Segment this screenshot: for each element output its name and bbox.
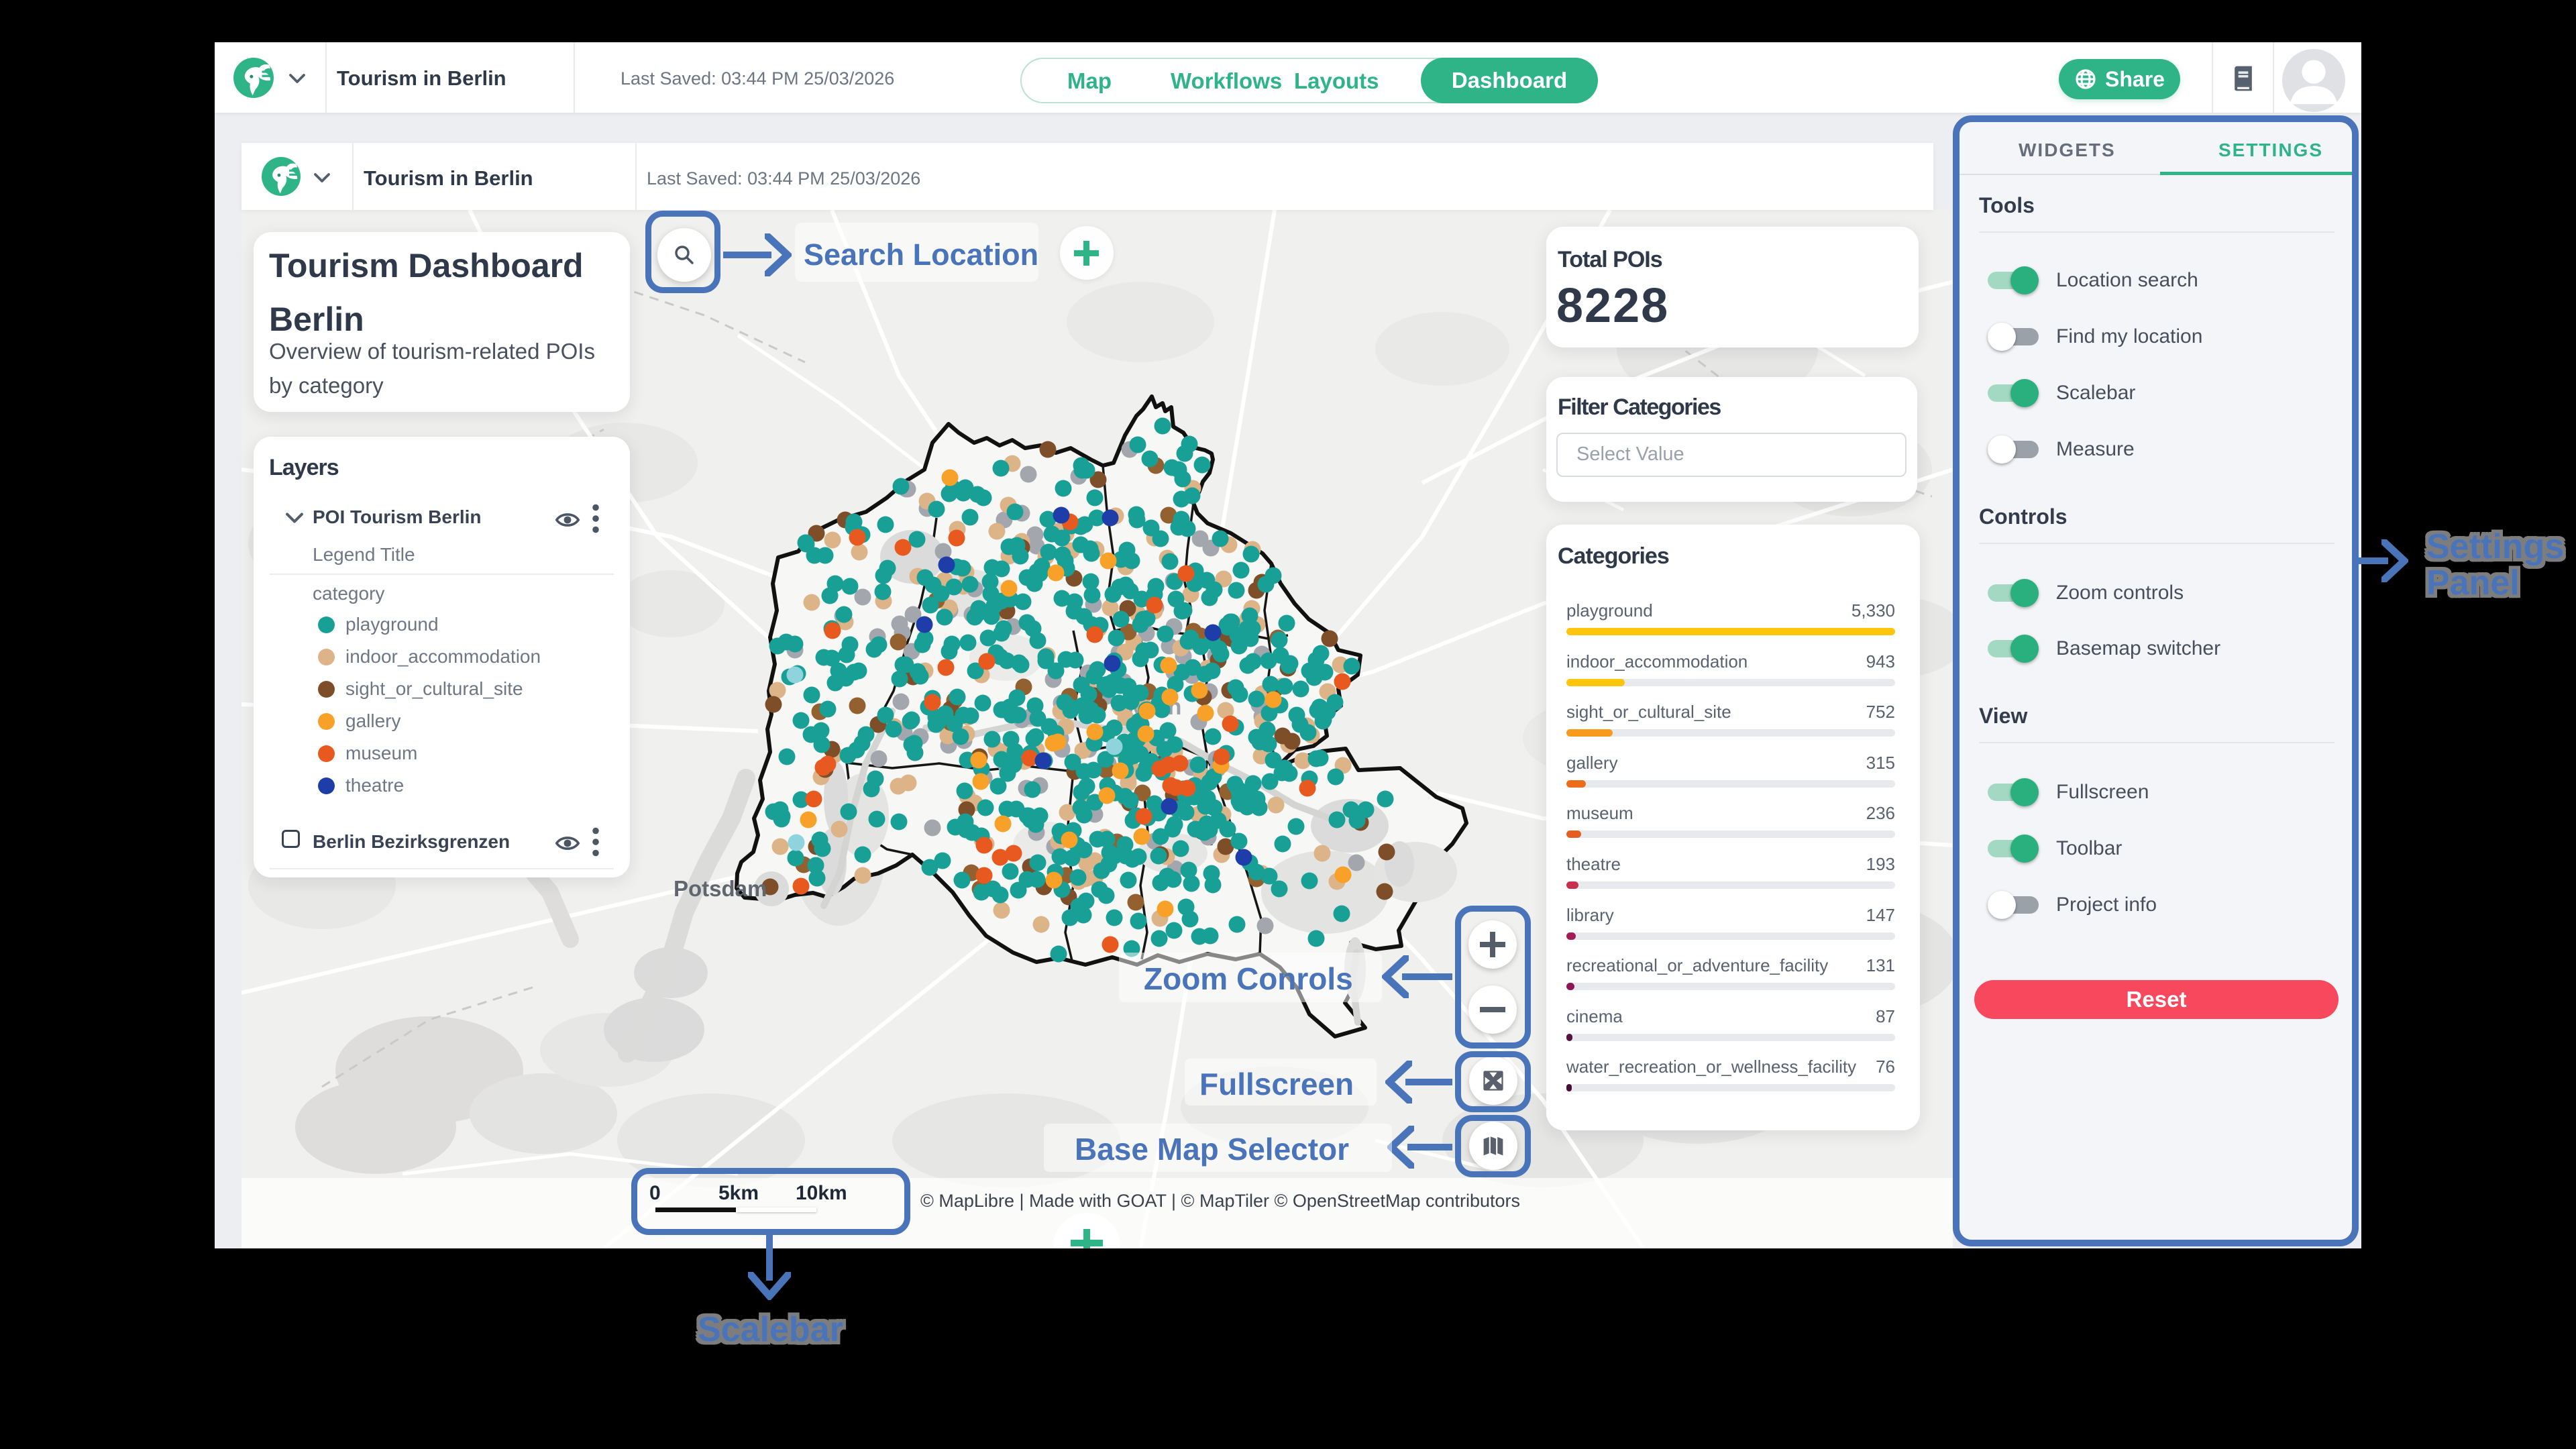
svg-text:Potsdam: Potsdam [674,876,767,901]
